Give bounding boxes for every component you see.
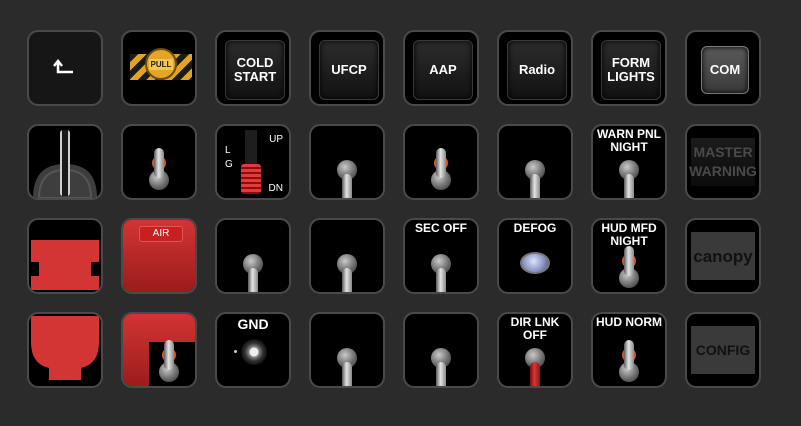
toggle-switch-icon: [619, 156, 639, 198]
canopy-label: canopy: [691, 232, 755, 280]
toggle-switch-icon: [619, 340, 639, 382]
com-button: COM: [701, 46, 749, 94]
aap-key[interactable]: AAP: [403, 30, 479, 106]
defog-lamp-icon: [520, 252, 550, 274]
dir-lnk-off-key[interactable]: DIR LNK OFF: [497, 312, 573, 388]
air-cover-key[interactable]: AIR: [121, 218, 197, 294]
sec-off-label: SEC OFF: [414, 221, 467, 235]
throttle-icon: [33, 130, 97, 198]
toggle-switch-icon: [337, 156, 357, 198]
config-key[interactable]: CONFIG: [685, 312, 761, 388]
hud-norm-key[interactable]: HUD NORM: [591, 312, 667, 388]
toggle-switch-icon: [525, 344, 545, 386]
ufcp-label: UFCP: [331, 62, 367, 77]
toggle-r3c4-key[interactable]: [309, 218, 385, 294]
toggle-switch-icon: [431, 344, 451, 386]
pull-label: PULL: [148, 58, 174, 70]
hud-norm-label: HUD NORM: [596, 315, 662, 329]
toggle-switch-icon: [525, 156, 545, 198]
red-cover-r4c1-key[interactable]: [27, 312, 103, 388]
gnd-key[interactable]: GND: [215, 312, 291, 388]
red-cover-r3c1-key[interactable]: [27, 218, 103, 294]
aap-button: AAP: [413, 40, 473, 100]
toggle-switch-icon: [243, 250, 263, 292]
cold-start-label: COLD START: [233, 55, 277, 84]
toggle-switch-icon: [337, 344, 357, 386]
toggle-switch-icon: [159, 340, 179, 382]
guard-cover-icon: [31, 240, 99, 290]
gear-slot: [245, 130, 257, 166]
dir-lnk-off-label: DIR LNK OFF: [510, 315, 560, 342]
toggle-r2c2-key[interactable]: [121, 124, 197, 200]
stream-deck-grid: PULL COLD START UFCP AAP Radio FORM LIGH…: [27, 30, 761, 388]
canopy-key[interactable]: canopy: [685, 218, 761, 294]
gear-handle-icon: [241, 164, 261, 194]
toggle-r2c5-key[interactable]: [403, 124, 479, 200]
toggle-switch-icon: [431, 250, 451, 292]
defog-key[interactable]: DEFOG: [497, 218, 573, 294]
radio-key[interactable]: Radio: [497, 30, 573, 106]
gnd-label: GND: [237, 316, 269, 332]
return-arrow-icon: [53, 58, 73, 74]
form-lights-key[interactable]: FORM LIGHTS: [591, 30, 667, 106]
rotary-knob-icon: [241, 339, 267, 365]
form-lights-label: FORM LIGHTS: [607, 55, 655, 84]
radio-button: Radio: [507, 40, 567, 100]
com-key[interactable]: COM: [685, 30, 761, 106]
com-label: COM: [709, 62, 741, 77]
cover-toggle-key[interactable]: [121, 312, 197, 388]
cold-start-button: COLD START: [225, 40, 285, 100]
throttle-key[interactable]: [27, 124, 103, 200]
aap-label: AAP: [429, 62, 457, 77]
config-label: CONFIG: [691, 326, 755, 374]
toggle-switch-icon: [149, 148, 169, 190]
back-key[interactable]: [27, 30, 103, 106]
form-lights-button: FORM LIGHTS: [601, 40, 661, 100]
master-warning-label: MASTER WARNING: [689, 138, 757, 186]
hud-mfd-night-key[interactable]: HUD MFD NIGHT: [591, 218, 667, 294]
toggle-r2c4-key[interactable]: [309, 124, 385, 200]
master-warning-key[interactable]: MASTER WARNING: [685, 124, 761, 200]
guard-cover-icon: [31, 316, 99, 380]
gear-l-label: L G: [225, 145, 233, 170]
eject-handle-icon: PULL: [145, 48, 177, 80]
toggle-r4c4-key[interactable]: [309, 312, 385, 388]
landing-gear-key[interactable]: L G UP DN: [215, 124, 291, 200]
toggle-r2c6-key[interactable]: [497, 124, 573, 200]
gear-up-label: UP: [269, 134, 283, 145]
warn-pnl-night-label: WARN PNL NIGHT: [597, 127, 661, 154]
hud-mfd-night-label: HUD MFD NIGHT: [601, 221, 657, 248]
knob-dot: [234, 350, 237, 353]
gear-dn-label: DN: [268, 183, 283, 194]
ufcp-button: UFCP: [319, 40, 379, 100]
toggle-switch-icon: [431, 148, 451, 190]
ufcp-key[interactable]: UFCP: [309, 30, 385, 106]
warn-pnl-night-key[interactable]: WARN PNL NIGHT: [591, 124, 667, 200]
toggle-switch-icon: [337, 250, 357, 292]
toggle-r4c5-key[interactable]: [403, 312, 479, 388]
radio-label: Radio: [518, 62, 556, 77]
eject-pull-key[interactable]: PULL: [121, 30, 197, 106]
cold-start-key[interactable]: COLD START: [215, 30, 291, 106]
sec-off-key[interactable]: SEC OFF: [403, 218, 479, 294]
toggle-r3c3-key[interactable]: [215, 218, 291, 294]
air-tag: AIR: [139, 226, 183, 242]
defog-label: DEFOG: [513, 221, 557, 235]
toggle-switch-icon: [619, 246, 639, 288]
